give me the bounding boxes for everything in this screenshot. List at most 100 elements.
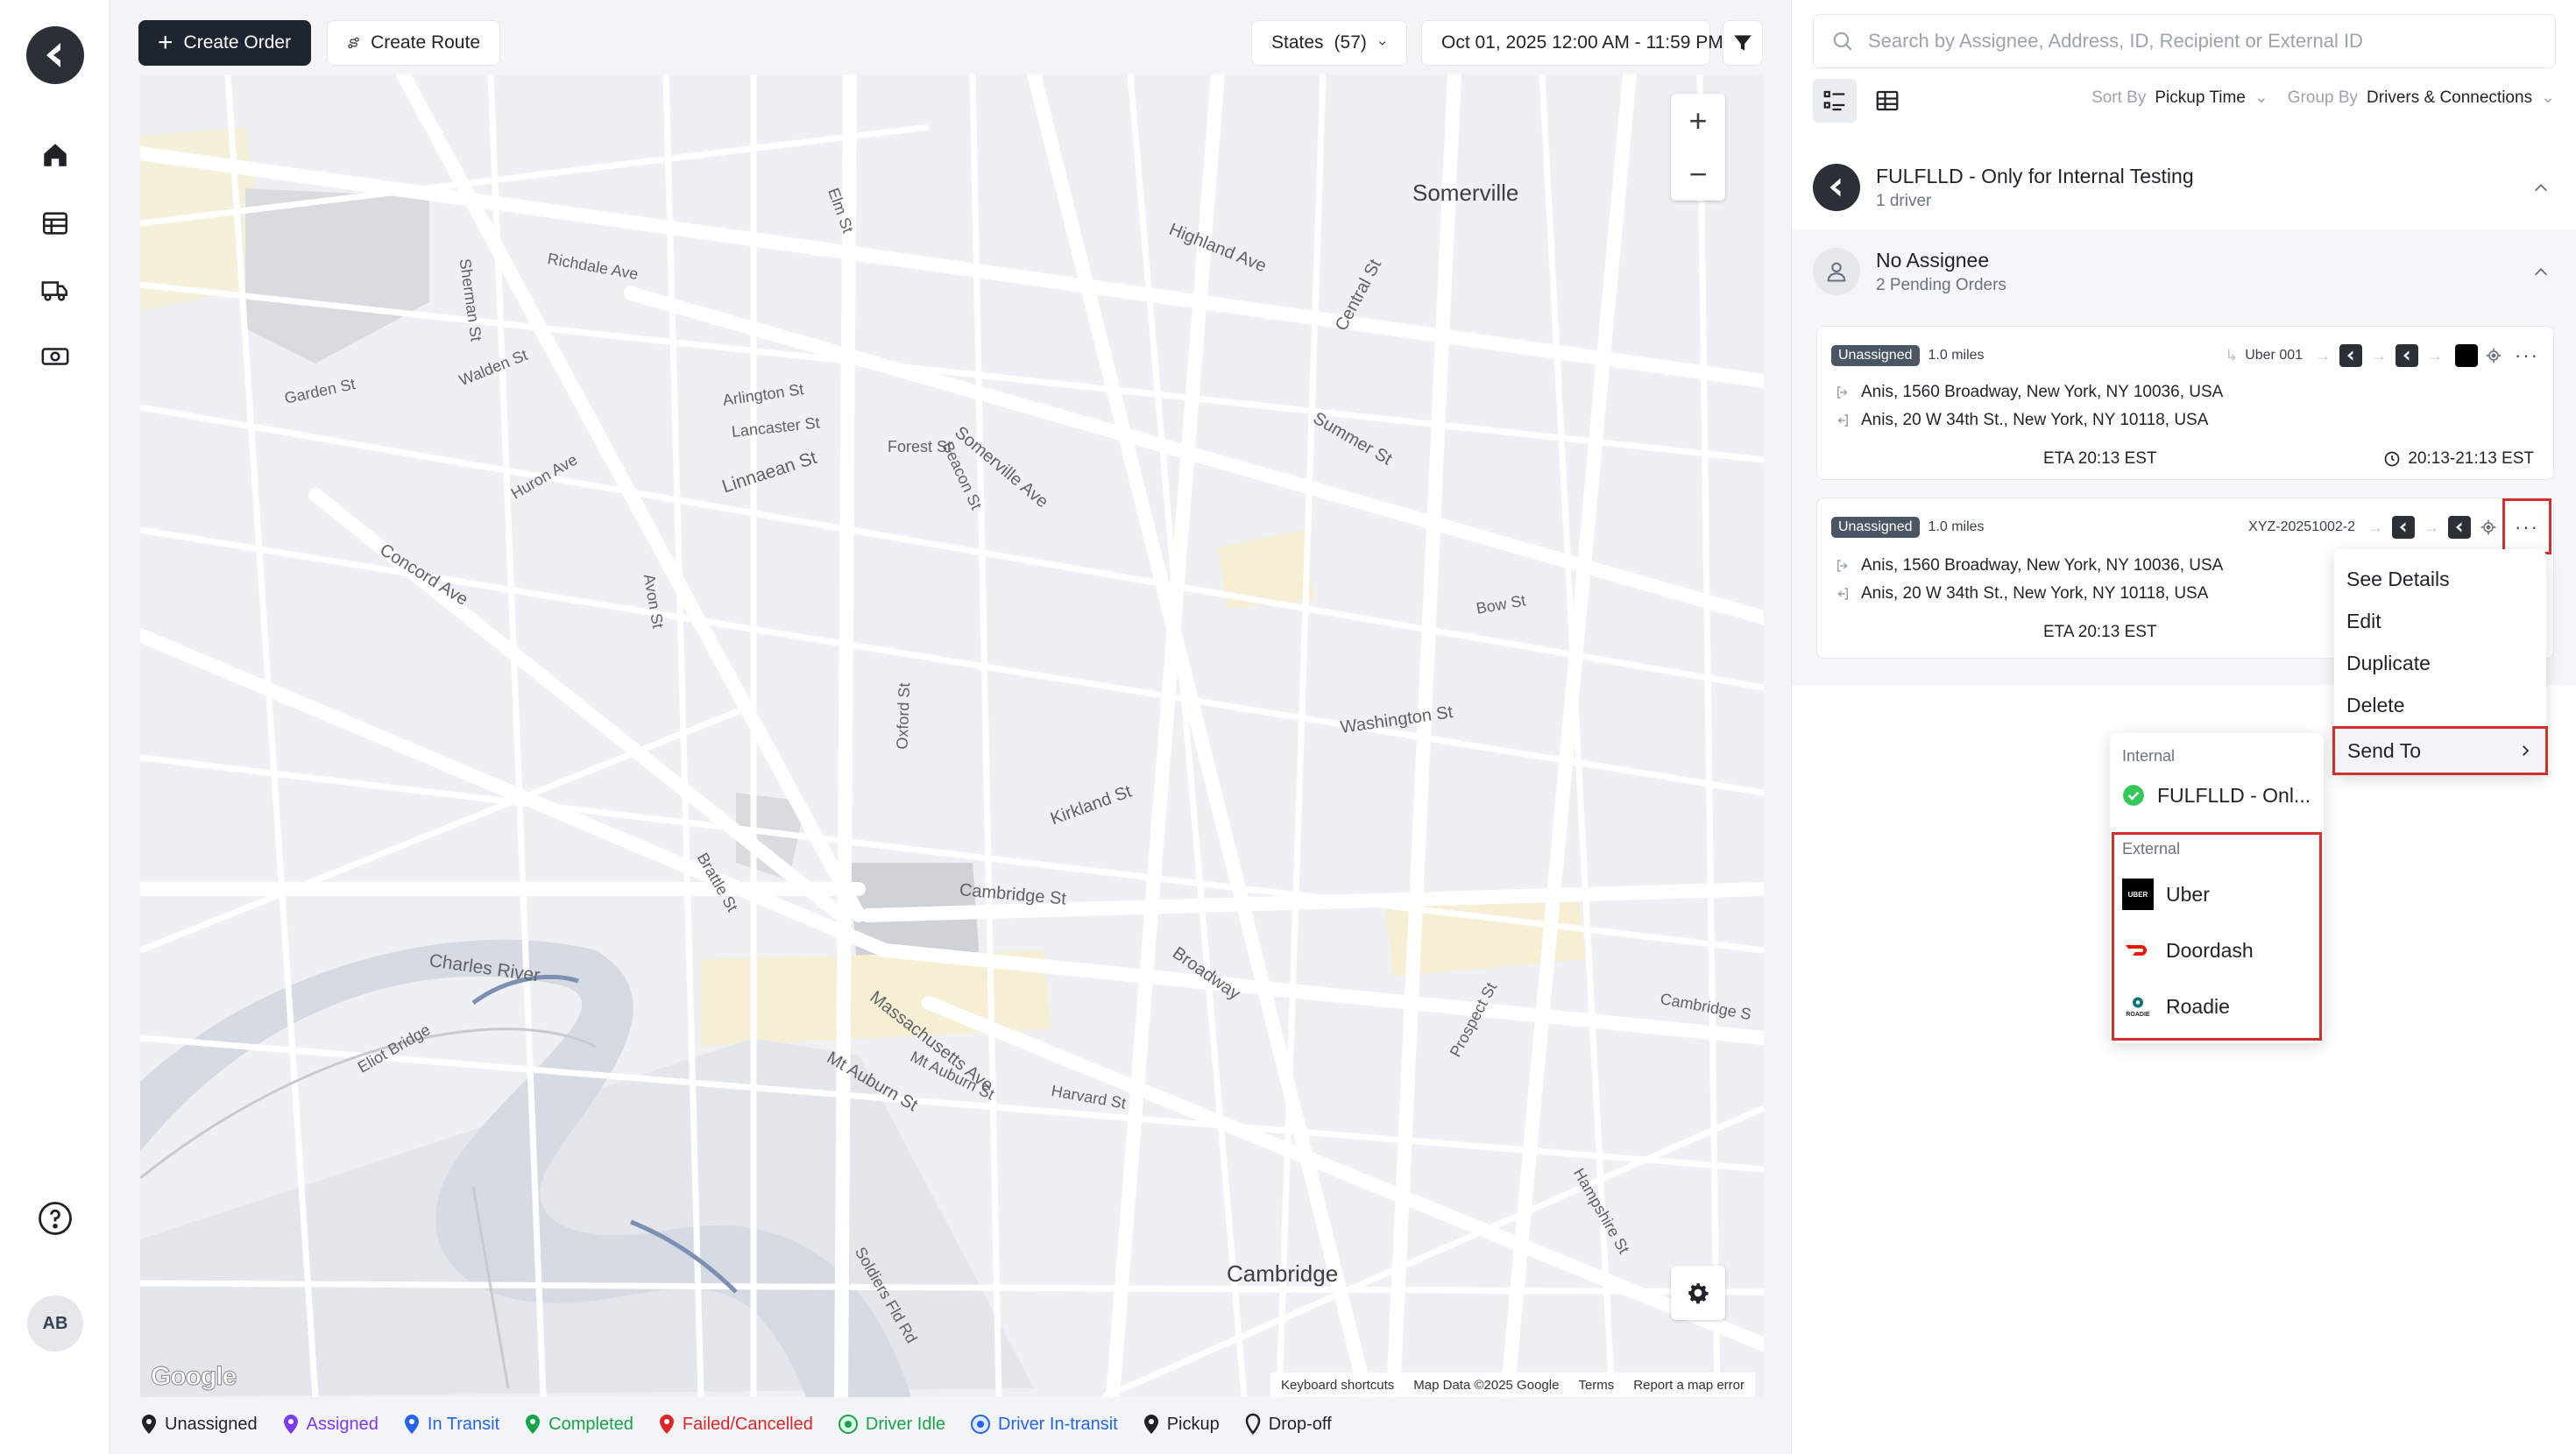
app-logo[interactable] [26,26,84,84]
chevron-down-icon: ⌄ [2254,88,2268,107]
internal-item-label: FULFLLD - Onl... [2157,783,2311,807]
legend-label: Driver Idle [865,1414,946,1434]
map-settings-button[interactable] [1671,1266,1725,1320]
report-error-link[interactable]: Report a map error [1633,1378,1744,1393]
help-icon[interactable] [37,1200,74,1237]
menu-delete[interactable]: Delete [2334,684,2546,726]
search-input[interactable]: Search by Assignee, Address, ID, Recipie… [1813,14,2556,68]
group-by-label: Group By [2287,88,2359,107]
group-by-dropdown[interactable]: Drivers & Connections [2367,88,2532,108]
date-range-picker[interactable]: Oct 01, 2025 12:00 AM - 11:59 PM [1421,20,1723,66]
table-icon[interactable] [33,201,77,245]
pin-icon [142,1415,156,1434]
pin-icon [659,1415,674,1434]
highlight-more-options [2502,498,2551,554]
truck-icon[interactable] [33,268,77,312]
terms-link[interactable]: Terms [1578,1378,1614,1393]
sort-group-bar: Sort By Pickup Time ⌄ Group By Drivers &… [2091,88,2555,108]
search-placeholder: Search by Assignee, Address, ID, Recipie… [1868,30,2363,52]
group-fulflld[interactable]: FULFLLD - Only for Internal Testing 1 dr… [1813,161,2556,214]
order-reference: XYZ-20251002-2 [2248,519,2356,534]
left-rail: AB [0,0,110,1454]
eta-text: ETA 20:13 EST [2043,623,2157,641]
table-view-toggle[interactable] [1865,79,1909,123]
locate-icon[interactable] [2480,519,2497,536]
order-reference: Uber 001 [2245,348,2304,363]
uber-logo-icon [2455,344,2479,367]
send-to-internal-fulflld[interactable]: FULFLLD - Onl... [2110,773,2324,817]
order-card[interactable]: Unassigned 1.0 miles ↳ Uber 001 → → → ··… [1816,326,2554,480]
distance-text: 1.0 miles [1928,519,1985,534]
create-route-button[interactable]: Create Route [327,20,500,66]
legend-label: Drop-off [1268,1414,1332,1434]
states-dropdown[interactable]: States (57) [1251,20,1407,66]
more-options-icon[interactable]: ··· [2515,344,2539,367]
filter-button[interactable] [1723,20,1763,66]
dropoff-text: Anis, 20 W 34th St., New York, NY 10118,… [1861,411,2209,429]
arrow-right-icon: → [2371,346,2388,364]
send-to-label: Send To [2347,738,2421,762]
legend-label: Completed [548,1414,633,1434]
dropoff-text: Anis, 20 W 34th St., New York, NY 10118,… [1861,584,2209,603]
table-icon [1876,90,1899,111]
fulflld-logo-icon [2448,516,2472,539]
arrow-right-icon: → [2315,346,2332,364]
states-count: (57) [1334,32,1367,53]
arrow-right-icon: → [2424,518,2440,536]
menu-send-to[interactable]: Send To [2332,726,2548,775]
group-title: No Assignee [1876,248,1990,272]
pickup-address: Anis, 1560 Broadway, New York, NY 10036,… [1835,383,2223,402]
group-subtitle: 2 Pending Orders [1876,275,2006,294]
menu-see-details[interactable]: See Details [2334,558,2546,600]
legend-label: Unassigned [165,1414,258,1434]
map-attribution: Keyboard shortcuts Map Data ©2025 Google… [1270,1373,1755,1397]
zoom-in-button[interactable]: + [1671,94,1725,147]
keyboard-shortcuts-link[interactable]: Keyboard shortcuts [1281,1378,1394,1393]
reference-arrow-icon: ↳ [2225,346,2239,364]
chevron-up-icon[interactable] [2531,263,2551,282]
legend-unassigned: Unassigned [140,1414,258,1435]
pickup-text: Anis, 1560 Broadway, New York, NY 10036,… [1861,556,2224,575]
sort-by-dropdown[interactable]: Pickup Time [2155,88,2245,108]
time-window: 20:13-21:13 EST [2383,449,2534,469]
legend-label: Assigned [306,1414,379,1434]
list-view-toggle[interactable] [1813,79,1857,123]
legend-dropoff: Drop-off [1244,1413,1332,1436]
dropoff-pin-icon [1245,1413,1261,1435]
group-no-assignee[interactable]: No Assignee 2 Pending Orders [1813,245,2556,298]
money-icon[interactable] [33,335,77,378]
zoom-out-button[interactable]: − [1671,147,1725,201]
locate-icon[interactable] [2485,347,2502,364]
home-icon[interactable] [33,133,77,177]
menu-edit[interactable]: Edit [2334,600,2546,642]
fulflld-logo-icon [46,43,60,67]
legend-label: In Transit [427,1414,500,1434]
dropoff-icon [1837,414,1848,427]
pin-icon [283,1415,298,1434]
dropoff-address: Anis, 20 W 34th St., New York, NY 10118,… [1835,584,2208,603]
create-order-button[interactable]: + Create Order [138,20,311,66]
map-label: Somerville [1412,180,1519,206]
driver-transit-icon [971,1415,991,1434]
filter-icon [1734,35,1752,51]
fulflld-logo-icon [2396,344,2419,367]
google-logo: Google [150,1362,237,1392]
states-label: States [1271,32,1324,53]
map-data-text: Map Data ©2025 Google [1413,1377,1560,1393]
chevron-down-icon: ⌄ [2541,88,2555,107]
user-avatar[interactable]: AB [27,1295,83,1352]
pickup-address: Anis, 1560 Broadway, New York, NY 10036,… [1835,556,2223,575]
zoom-controls: + − [1671,94,1725,201]
legend-pickup: Pickup [1143,1414,1220,1435]
chevron-down-icon [1378,41,1386,46]
arrow-right-icon: → [2367,518,2384,536]
order-context-menu: See Details Edit Duplicate Delete Send T… [2332,549,2548,775]
legend-driver-idle: Driver Idle [838,1414,945,1435]
menu-duplicate[interactable]: Duplicate [2334,642,2546,684]
time-window-text: 20:13-21:13 EST [2408,449,2534,468]
legend-assigned: Assigned [282,1414,379,1435]
legend-driver-in-transit: Driver In-transit [970,1414,1118,1435]
map-view[interactable]: Somerville Cambridge Charles River Richd… [140,74,1764,1397]
search-icon [1833,32,1852,51]
chevron-up-icon[interactable] [2531,179,2551,198]
